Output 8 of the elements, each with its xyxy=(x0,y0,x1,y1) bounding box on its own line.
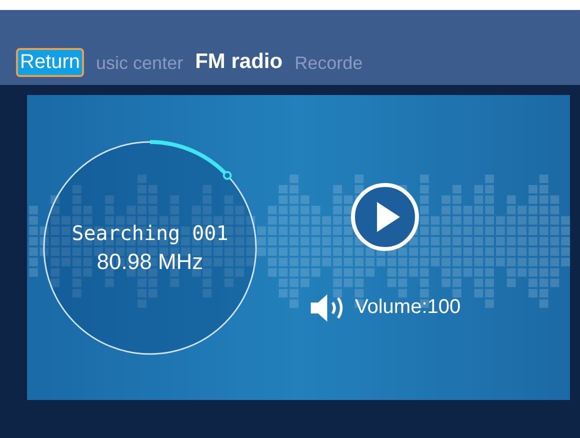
menu-tab[interactable]: usic center xyxy=(96,53,184,77)
return-button[interactable]: Return xyxy=(16,48,84,77)
play-button[interactable] xyxy=(350,182,420,252)
menu-tab[interactable]: Recorde xyxy=(294,53,363,77)
frequency-label: 80.98 MHz xyxy=(96,248,204,274)
volume-label: Volume:100 xyxy=(355,296,461,319)
menu-tab[interactable]: FM radio xyxy=(195,50,283,77)
search-status: Searching 001 xyxy=(72,220,228,244)
